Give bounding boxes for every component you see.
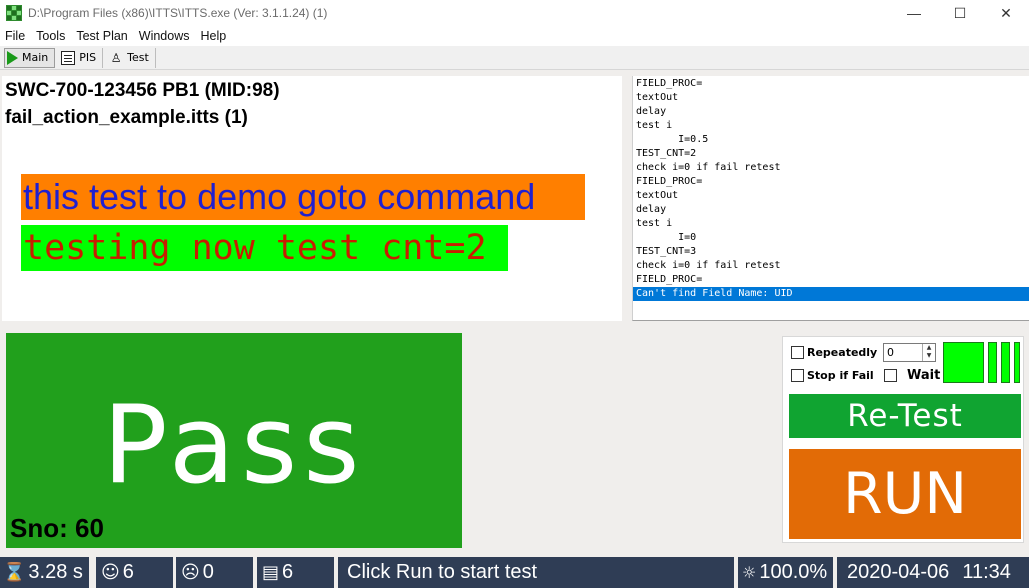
log-line[interactable]: test i: [636, 119, 672, 133]
stop-if-fail-option[interactable]: Stop if Fail: [791, 369, 874, 382]
status-message-panel: Click Run to start test: [338, 557, 734, 588]
message-line-2: testing now test cnt=2: [21, 225, 508, 271]
log-panel[interactable]: FIELD_PROC= textOut delay test i I=0.5 TEST_…: [632, 76, 1029, 321]
play-icon: [7, 50, 18, 65]
toolbar: Main PIS ♙ Test: [0, 46, 1029, 70]
fail-count-panel: ☹ 0: [176, 557, 253, 588]
message-line-1: this test to demo goto command: [21, 174, 585, 220]
pass-count-panel: ☺ 6: [96, 557, 173, 588]
status-message: Click Run to start test: [347, 561, 538, 583]
log-line[interactable]: I=0.5: [636, 133, 708, 147]
log-line[interactable]: FIELD_PROC=: [636, 273, 702, 287]
minimize-button[interactable]: —: [891, 0, 937, 26]
frown-icon: ☹: [181, 562, 200, 583]
log-line[interactable]: test i: [636, 217, 672, 231]
log-line[interactable]: textOut: [636, 189, 678, 203]
menu-windows[interactable]: Windows: [139, 29, 190, 43]
document-icon: ▤: [262, 562, 280, 583]
total-count: 6: [282, 561, 294, 583]
maximize-button[interactable]: ☐: [937, 0, 983, 26]
pis-tab-label: PIS: [79, 51, 97, 64]
datetime-panel: 2020-04-06 11:34: [837, 557, 1029, 588]
wait-option[interactable]: Wait: [884, 368, 940, 383]
pass-count: 6: [122, 561, 134, 583]
window-title: D:\Program Files (x86)\ITTS\ITTS.exe (Ve…: [28, 6, 328, 20]
test-plan-name: fail_action_example.itts (1): [5, 107, 248, 128]
log-line[interactable]: TEST_CNT=2: [636, 147, 696, 161]
log-line-selected[interactable]: Can't find Field Name: UID: [633, 287, 1029, 301]
log-line[interactable]: check i=0 if fail retest: [636, 161, 781, 175]
clock: 11:34: [962, 561, 1011, 583]
repeatedly-label: Repeatedly: [807, 346, 878, 359]
stepper-arrows: ▲ ▼: [922, 344, 935, 361]
app-icon: [6, 5, 22, 21]
elapsed-time: 3.28 s: [28, 561, 83, 583]
main-tab-label: Main: [22, 51, 49, 64]
status-indicator-bar-2: [1001, 342, 1010, 383]
title-bar: D:\Program Files (x86)\ITTS\ITTS.exe (Ve…: [0, 0, 1029, 26]
fail-count: 0: [202, 561, 214, 583]
stop-if-fail-label: Stop if Fail: [807, 369, 874, 382]
main-tab-button[interactable]: Main: [4, 47, 56, 68]
result-status: Pass: [102, 383, 366, 508]
product-info: SWC-700-123456 PB1 (MID:98): [5, 80, 280, 101]
repeatedly-checkbox[interactable]: [791, 346, 804, 359]
menu-file[interactable]: File: [5, 29, 25, 43]
smile-icon: ☺: [101, 562, 120, 583]
run-button[interactable]: RUN: [789, 449, 1021, 539]
test-tab-button[interactable]: ♙ Test: [107, 47, 156, 68]
menu-help[interactable]: Help: [200, 29, 226, 43]
menu-test-plan[interactable]: Test Plan: [76, 29, 127, 43]
status-indicator-bar-1: [988, 342, 997, 383]
sun-icon: ☼: [742, 563, 757, 582]
percent-panel: ☼ 100.0%: [738, 557, 833, 588]
menu-tools[interactable]: Tools: [36, 29, 65, 43]
menu-bar: File Tools Test Plan Windows Help: [0, 26, 1029, 46]
log-line[interactable]: TEST_CNT=3: [636, 245, 696, 259]
log-line[interactable]: delay: [636, 105, 666, 119]
stepper-up-icon[interactable]: ▲: [923, 344, 935, 352]
result-panel: Pass Sno: 60: [6, 333, 462, 548]
info-panel: SWC-700-123456 PB1 (MID:98) fail_action_…: [2, 76, 622, 321]
repeatedly-option[interactable]: Repeatedly: [791, 346, 877, 359]
repeat-count-stepper[interactable]: 0 ▲ ▼: [883, 343, 936, 362]
status-bar: ⌛ 3.28 s ☺ 6 ☹ 0 ▤ 6 Click Run to start …: [0, 557, 1029, 588]
retest-button[interactable]: Re-Test: [789, 394, 1021, 438]
pis-tab-button[interactable]: PIS: [59, 47, 104, 68]
user-icon: ♙: [110, 50, 122, 65]
log-line[interactable]: I=0: [636, 231, 696, 245]
log-line[interactable]: delay: [636, 203, 666, 217]
test-tab-label: Test: [127, 51, 149, 64]
date: 2020-04-06: [847, 561, 950, 583]
log-line[interactable]: FIELD_PROC=: [636, 175, 702, 189]
pass-percent: 100.0%: [759, 561, 828, 583]
log-line[interactable]: check i=0 if fail retest: [636, 259, 781, 273]
total-count-panel: ▤ 6: [257, 557, 334, 588]
control-panel: Repeatedly Stop if Fail 0 ▲ ▼ Wait Re-Te…: [782, 336, 1024, 543]
hourglass-icon: ⌛: [3, 562, 26, 583]
serial-number: Sno: 60: [10, 513, 104, 543]
log-line[interactable]: FIELD_PROC=: [636, 77, 702, 91]
wait-checkbox[interactable]: [884, 369, 897, 382]
elapsed-time-panel: ⌛ 3.28 s: [0, 557, 89, 588]
list-icon: [61, 50, 76, 65]
repeat-count-value: 0: [887, 346, 894, 359]
window-controls: — ☐ ✕: [891, 0, 1029, 26]
stepper-down-icon[interactable]: ▼: [923, 352, 935, 360]
close-button[interactable]: ✕: [983, 0, 1029, 26]
log-line[interactable]: textOut: [636, 91, 678, 105]
wait-label: Wait: [907, 368, 941, 383]
stop-if-fail-checkbox[interactable]: [791, 369, 804, 382]
status-indicator: [943, 342, 984, 383]
status-indicator-bar-3: [1014, 342, 1020, 383]
